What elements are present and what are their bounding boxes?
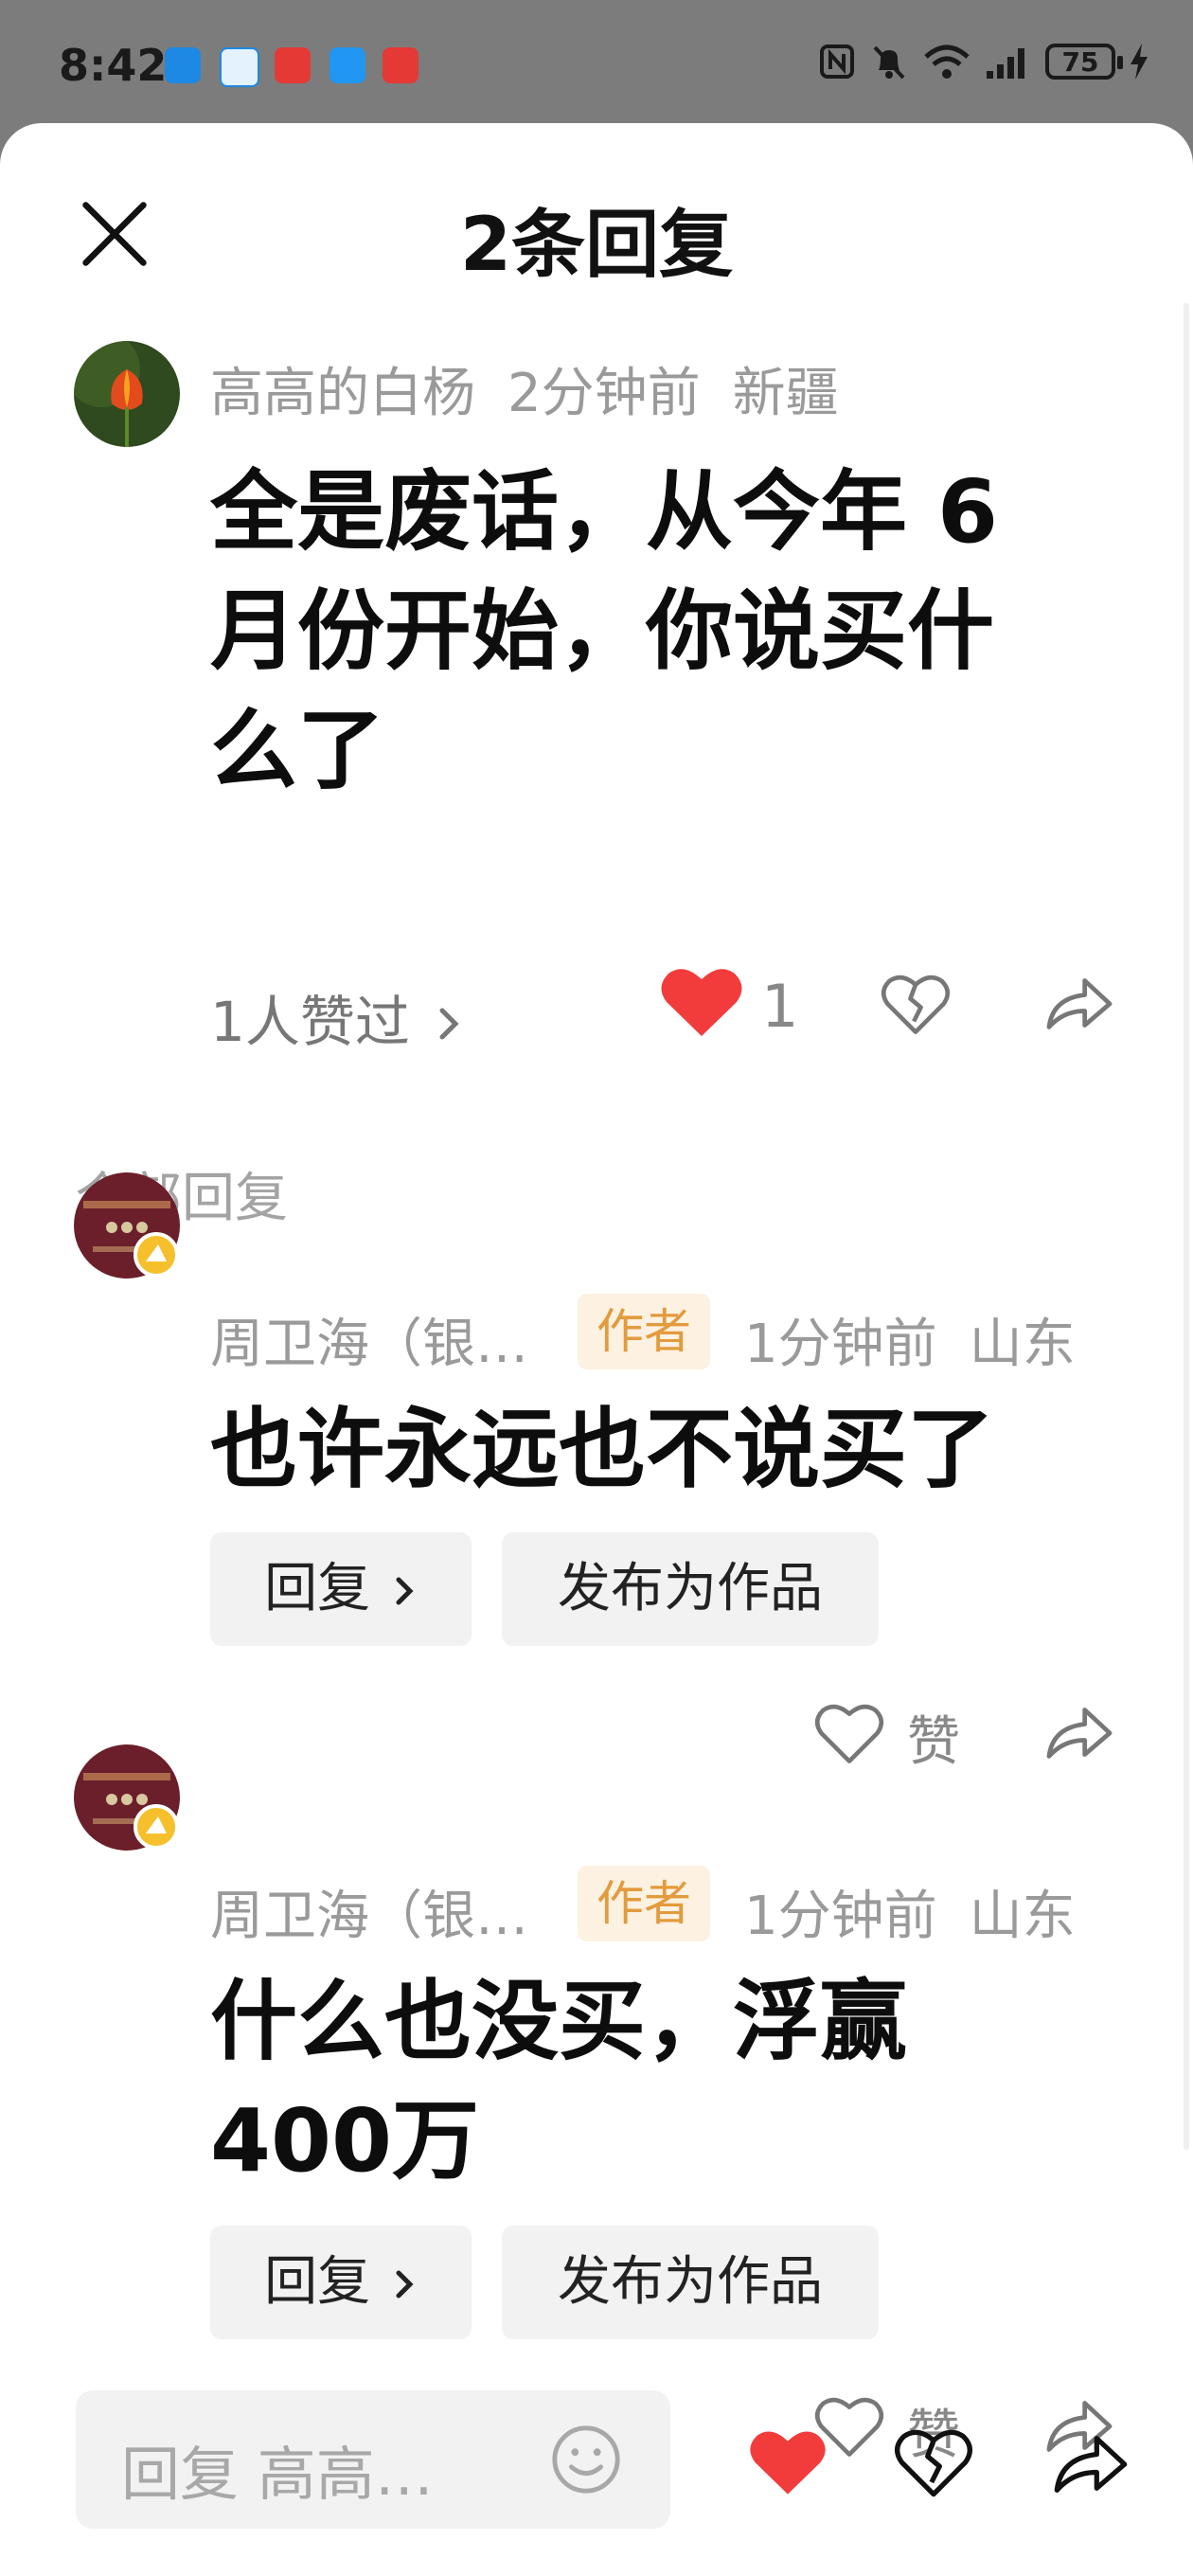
broken-heart-icon[interactable] xyxy=(894,2426,973,2498)
reply-time-location: 1分钟前 山东 xyxy=(744,1873,1076,1950)
share-icon[interactable] xyxy=(1051,2428,1131,2498)
share-icon[interactable] xyxy=(1043,1701,1115,1763)
chevron-right-icon xyxy=(439,1008,459,1040)
app-icon-chat xyxy=(329,47,365,83)
comment-meta: 高高的白杨 2分钟前 新疆 xyxy=(210,350,871,427)
share-icon[interactable] xyxy=(1043,972,1115,1034)
reply-input-bar[interactable]: 回复 高高… xyxy=(76,2390,670,2529)
author-badge: 作者 xyxy=(578,1866,710,1941)
like-label[interactable]: 赞 xyxy=(907,1699,960,1776)
reply-text-line: 什么也没买，浮赢 xyxy=(210,1971,908,2072)
likers-link[interactable]: 1人赞过 xyxy=(210,977,463,1057)
battery-level: 75 xyxy=(1061,45,1099,78)
reply-text-line: 也许永远也不说买了 xyxy=(210,1399,995,1500)
mute-bell-icon xyxy=(873,45,905,80)
app-icon-blue xyxy=(165,47,201,83)
heart-outline-icon[interactable] xyxy=(814,1701,884,1765)
app-icon-cloud xyxy=(220,47,259,87)
reply-sheet: 2条回复 高高的白杨 2分钟前 新疆 全是废话，从今年 6 月份开始，你说买什 么了… xyxy=(0,123,1193,2576)
publish-as-work-button[interactable]: 发布为作品 xyxy=(502,1532,879,1646)
reply-author[interactable]: 周卫海（银… xyxy=(210,1873,528,1950)
reply-author[interactable]: 周卫海（银… xyxy=(210,1301,528,1378)
reply-time: 1分钟前 xyxy=(744,1314,937,1375)
likers-text: 1人赞过 xyxy=(210,990,410,1054)
reply-text: 什么也没买，浮赢 400万 xyxy=(210,1962,1157,2201)
reply-location: 山东 xyxy=(969,1314,1076,1375)
comment-text-line: 全是废话，从今年 6 xyxy=(210,461,999,563)
signal-icon xyxy=(987,48,1024,79)
app-icon-toutiao xyxy=(275,47,311,83)
avatar[interactable] xyxy=(74,341,180,447)
battery-indicator: 75 xyxy=(1045,44,1123,80)
broken-heart-icon[interactable] xyxy=(881,972,951,1036)
author-badge: 作者 xyxy=(578,1294,710,1369)
sheet-title: 2条回复 xyxy=(459,203,734,288)
verified-badge-icon xyxy=(134,1804,179,1850)
comment-text-line: 么了 xyxy=(210,700,385,801)
status-time: 8:42 xyxy=(59,40,168,91)
chevron-right-icon xyxy=(396,2270,414,2299)
reply-button-label: 回复 xyxy=(264,1558,371,1619)
reply-button-label: 回复 xyxy=(264,2251,371,2313)
wifi-icon xyxy=(924,45,970,79)
charging-icon xyxy=(1131,44,1148,80)
emoji-icon[interactable] xyxy=(549,2423,623,2496)
comment-text: 全是废话，从今年 6 月份开始，你说买什 么了 xyxy=(210,453,1157,811)
heart-filled-icon[interactable] xyxy=(659,964,744,1040)
status-bar: 8:42 75 xyxy=(0,0,1193,123)
app-icon-red xyxy=(383,47,418,83)
reply-text: 也许永远也不说买了 xyxy=(210,1390,1157,1510)
reply-button[interactable]: 回复 xyxy=(210,1532,472,1646)
reply-time: 1分钟前 xyxy=(744,1886,937,1947)
scrollbar[interactable] xyxy=(1184,303,1189,2150)
reply-button[interactable]: 回复 xyxy=(210,2226,472,2339)
battery-tip xyxy=(1117,56,1123,69)
tulip-avatar-image xyxy=(74,341,180,447)
reply-location: 山东 xyxy=(969,1886,1076,1947)
comment-time: 2分钟前 xyxy=(507,363,701,424)
reply-time-location: 1分钟前 山东 xyxy=(744,1301,1076,1378)
nfc-icon xyxy=(820,45,854,79)
heart-filled-icon[interactable] xyxy=(748,2426,828,2498)
verified-badge-icon xyxy=(134,1232,179,1278)
reply-text-line: 400万 xyxy=(210,2090,480,2191)
chevron-right-icon xyxy=(396,1577,414,1605)
publish-as-work-button[interactable]: 发布为作品 xyxy=(502,2226,879,2339)
comment-location: 新疆 xyxy=(732,363,839,424)
comment-author[interactable]: 高高的白杨 xyxy=(210,363,475,424)
like-count: 1 xyxy=(761,972,799,1041)
comment-text-line: 月份开始，你说买什 xyxy=(210,581,995,682)
status-indicators: 75 xyxy=(818,42,1149,81)
reply-input-placeholder: 回复 高高… xyxy=(121,2440,434,2509)
